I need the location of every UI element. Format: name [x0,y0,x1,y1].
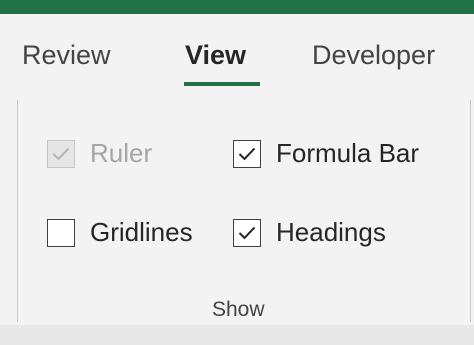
ribbon-tabs: Review View Developer [0,14,474,100]
headings-checkbox[interactable] [233,218,261,247]
checkmark-icon [238,147,256,160]
active-tab-indicator [184,82,260,86]
gridlines-checkbox[interactable] [47,218,75,247]
ruler-label: Ruler [90,138,153,168]
tab-view[interactable]: View [185,38,246,72]
formula-bar-checkbox[interactable] [233,139,261,168]
tab-developer[interactable]: Developer [312,38,435,72]
gridlines-checkbox-item[interactable]: Gridlines [47,217,193,248]
ribbon-bottom-edge [0,325,474,345]
group-title: Show [212,298,265,321]
checkmark-icon [52,147,70,160]
checkmark-icon [238,226,256,239]
gridlines-label: Gridlines [90,217,193,247]
group-separator-right [470,100,471,322]
formula-bar-label: Formula Bar [276,138,420,168]
headings-label: Headings [276,217,386,247]
ruler-checkbox-item[interactable]: Ruler [47,138,152,169]
group-separator-left [17,100,18,322]
headings-checkbox-item[interactable]: Headings [233,217,386,248]
tab-review[interactable]: Review [22,38,111,72]
title-bar-accent [0,0,474,14]
formula-bar-checkbox-item[interactable]: Formula Bar [233,138,419,169]
ruler-checkbox[interactable] [47,139,75,168]
ribbon-show-group: Ruler Formula Bar Gridlines Headings Sho… [0,100,474,325]
